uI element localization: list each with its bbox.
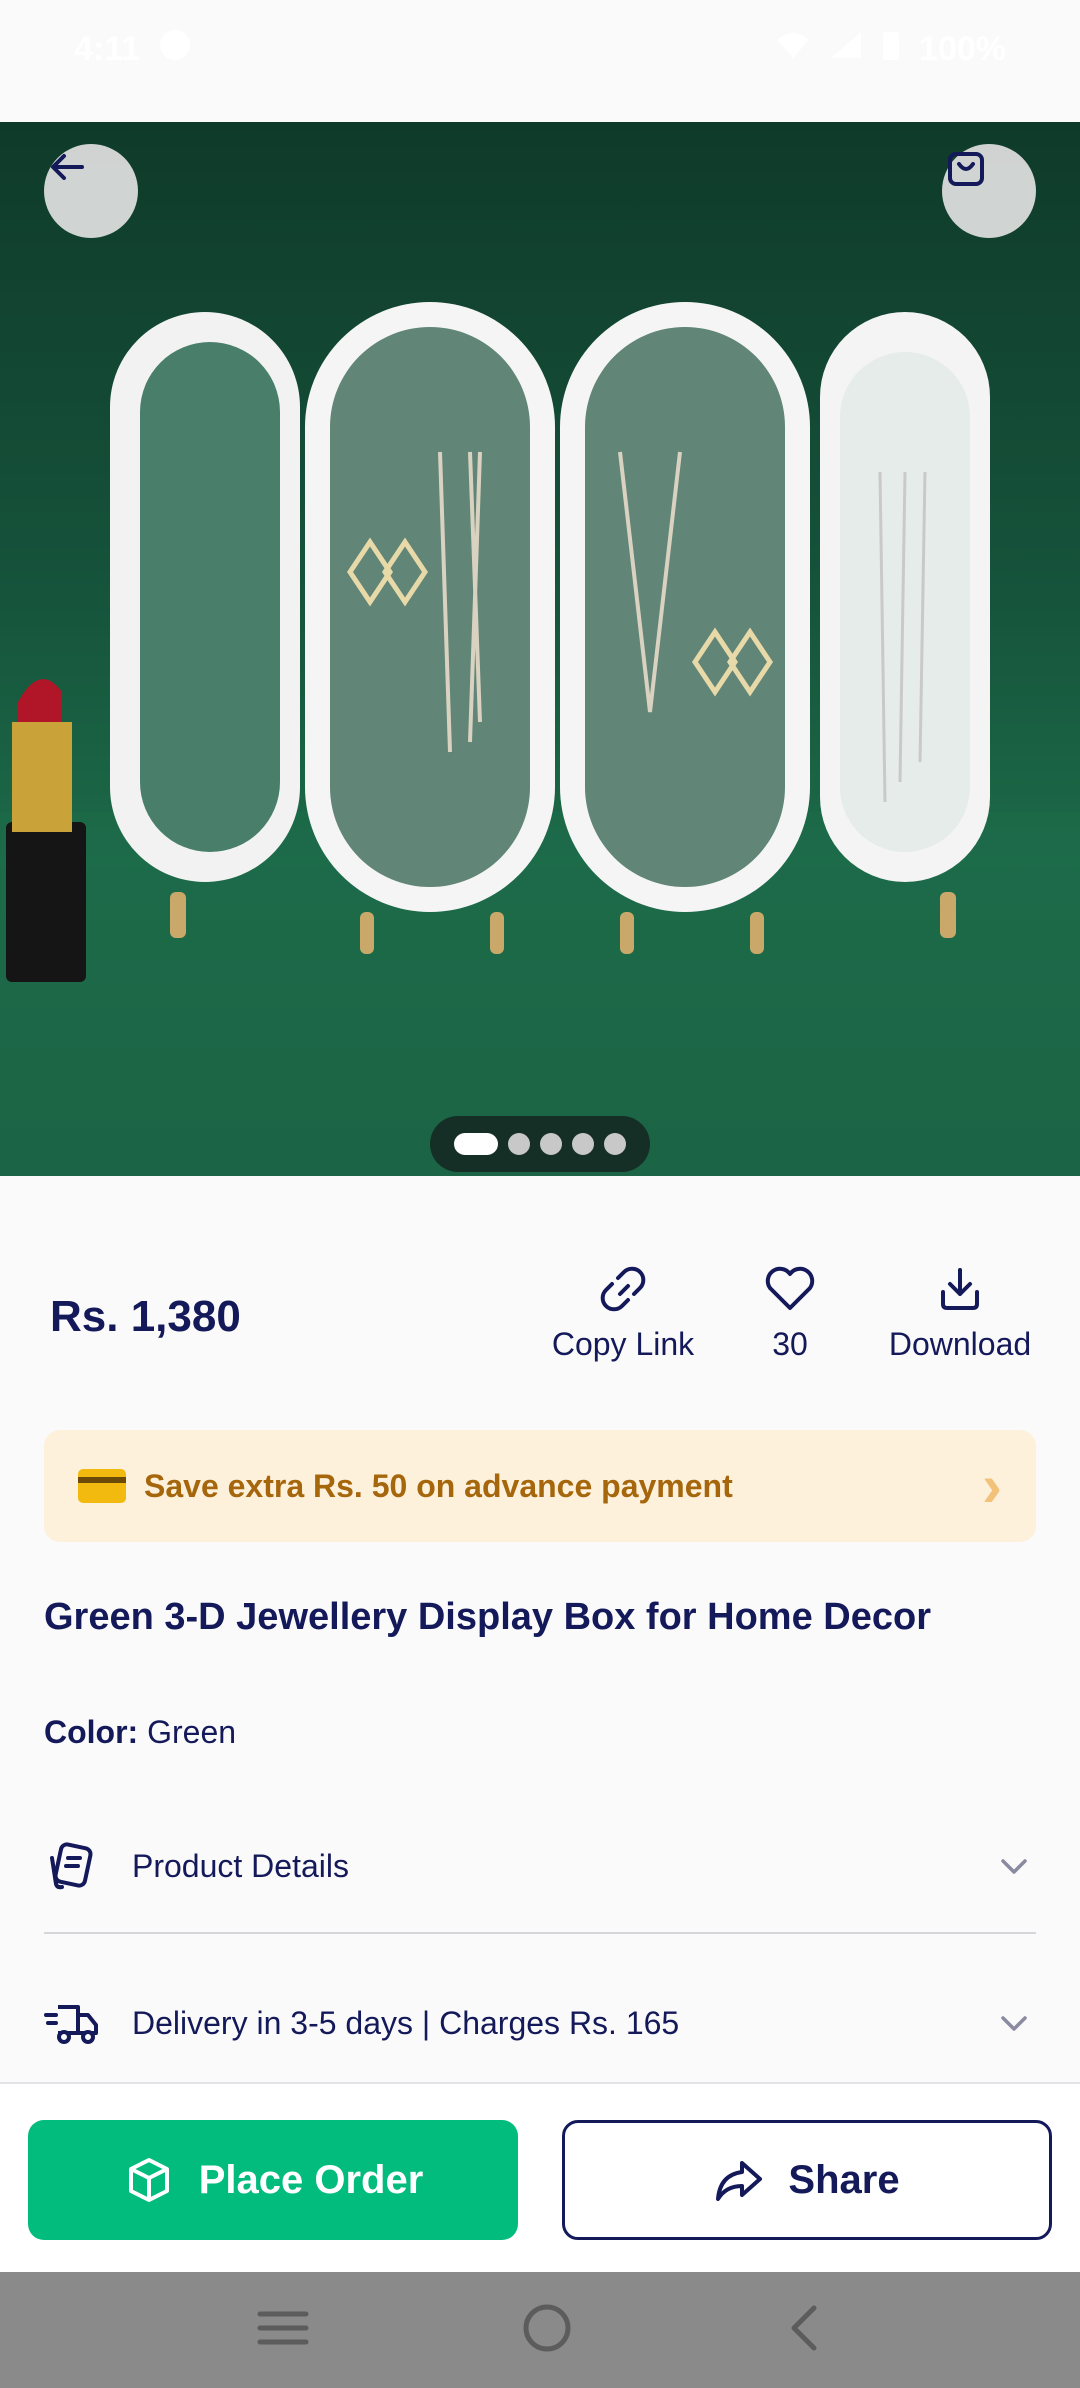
product-photo	[0, 302, 1080, 1176]
likes-count: 30	[772, 1326, 808, 1362]
share-label: Share	[788, 2157, 900, 2202]
copy-link-button[interactable]: Copy Link	[548, 1262, 698, 1363]
color-value: Green	[147, 1714, 237, 1750]
bottom-action-bar: Place Order Share	[0, 2082, 1080, 2272]
chevron-down-icon	[992, 1844, 1036, 1888]
back-button[interactable]	[44, 144, 138, 238]
download-icon	[941, 1268, 979, 1310]
carousel-dot[interactable]	[572, 1133, 594, 1155]
color-row: Color: Green	[44, 1714, 236, 1751]
product-image-carousel[interactable]	[0, 122, 1080, 1176]
signal-icon	[829, 30, 863, 69]
credit-card-icon	[78, 1469, 126, 1503]
battery-level: 100%	[919, 29, 1006, 68]
wifi-icon	[775, 30, 811, 69]
document-icon	[44, 1838, 100, 1894]
cart-button[interactable]	[942, 144, 1036, 238]
carousel-dot[interactable]	[604, 1133, 626, 1155]
copy-link-label: Copy Link	[551, 1326, 695, 1362]
product-details-label: Product Details	[132, 1847, 349, 1884]
arrow-left-icon	[51, 154, 84, 180]
download-button[interactable]: Download	[880, 1262, 1040, 1363]
carousel-dot-active[interactable]	[454, 1133, 498, 1155]
place-order-button[interactable]: Place Order	[28, 2120, 518, 2240]
back-nav-icon[interactable]	[784, 2302, 824, 2359]
battery-icon	[881, 29, 901, 70]
recent-apps-icon[interactable]	[256, 2308, 310, 2353]
wishlist-button[interactable]: 30	[750, 1262, 830, 1363]
box-icon	[128, 2158, 169, 2202]
download-label: Download	[888, 1326, 1032, 1362]
delivery-label: Delivery in 3-5 days | Charges Rs. 165	[132, 2004, 680, 2041]
carousel-indicator	[430, 1116, 650, 1172]
link-icon	[600, 1266, 646, 1312]
product-details-accordion[interactable]: Product Details	[44, 1816, 1036, 1916]
place-order-label: Place Order	[198, 2157, 424, 2202]
delivery-truck-icon	[44, 1995, 100, 2051]
chevron-down-icon	[992, 2001, 1036, 2045]
heart-icon	[765, 1266, 815, 1310]
system-nav-bar	[0, 2272, 1080, 2388]
notification-icon	[158, 28, 192, 71]
shopping-bag-icon	[948, 152, 984, 186]
advance-payment-banner[interactable]: Save extra Rs. 50 on advance payment ›	[44, 1430, 1036, 1542]
share-button[interactable]: Share	[562, 2120, 1052, 2240]
share-icon	[716, 2161, 763, 2201]
product-title: Green 3-D Jewellery Display Box for Home…	[44, 1596, 931, 1638]
status-bar: 4:11 100%	[0, 0, 1080, 122]
delivery-accordion[interactable]: Delivery in 3-5 days | Charges Rs. 165	[44, 1973, 1036, 2073]
carousel-dot[interactable]	[508, 1133, 530, 1155]
banner-text: Save extra Rs. 50 on advance payment	[144, 1467, 733, 1504]
status-time: 4:11	[74, 29, 141, 68]
chevron-right-icon: ›	[982, 1452, 1002, 1519]
color-label: Color:	[44, 1714, 139, 1750]
divider	[44, 1932, 1036, 1934]
carousel-dot[interactable]	[540, 1133, 562, 1155]
product-price: Rs. 1,380	[50, 1292, 241, 1341]
home-icon[interactable]	[521, 2302, 573, 2359]
